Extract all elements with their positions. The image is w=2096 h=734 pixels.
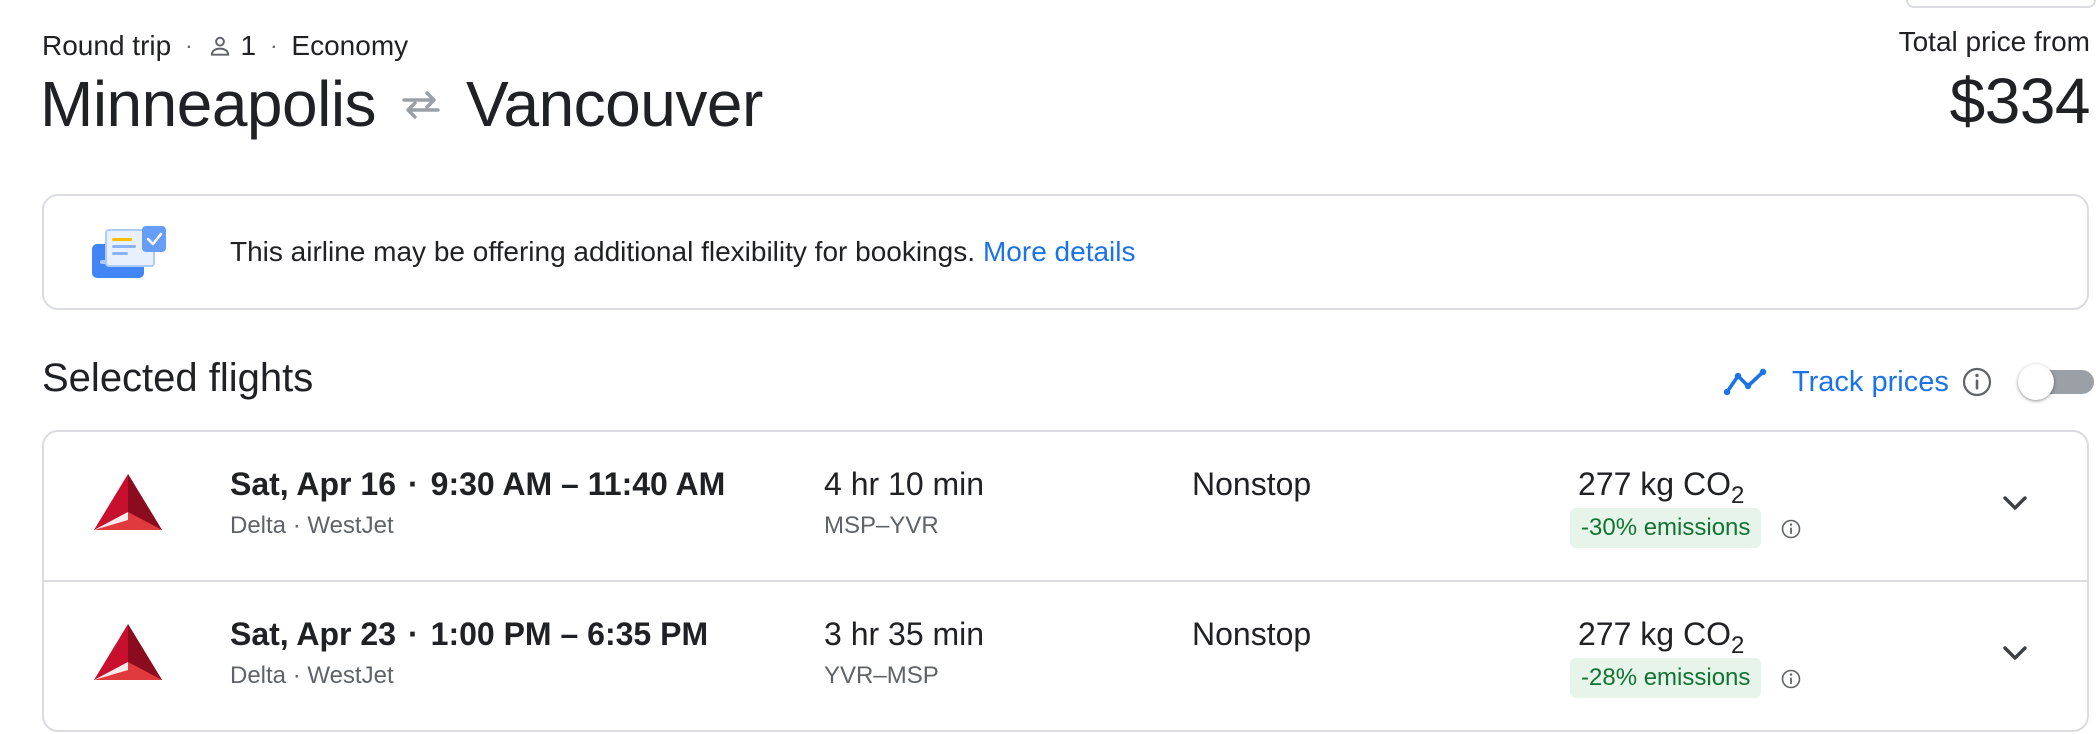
co2-value: 277 kg CO2 bbox=[1578, 466, 1745, 509]
top-partial-button[interactable] bbox=[1906, 0, 2096, 8]
emissions-badge: -30% emissions bbox=[1570, 508, 1762, 548]
flight-date: Sat, Apr 16 bbox=[230, 466, 396, 502]
flight-airlines: Delta · WestJet bbox=[230, 512, 394, 539]
trip-type: Round trip bbox=[42, 30, 172, 61]
flight-stops: Nonstop bbox=[1192, 466, 1312, 502]
route-title: Minneapolis Vancouver bbox=[40, 64, 763, 144]
co2-value: 277 kg CO2 bbox=[1578, 616, 1745, 659]
cabin-class: Economy bbox=[291, 30, 409, 61]
emissions-info-icon[interactable] bbox=[1780, 668, 1802, 690]
track-prices-label[interactable]: Track prices bbox=[1792, 366, 1949, 399]
flight-duration: 3 hr 35 min bbox=[824, 616, 985, 652]
price-label: Total price from bbox=[1898, 26, 2090, 57]
flight-airports: YVR–MSP bbox=[824, 662, 939, 689]
notice-text: This airline may be offering additional … bbox=[230, 236, 975, 267]
chevron-down-icon[interactable] bbox=[1998, 636, 2032, 670]
passenger-count: 1 bbox=[240, 30, 257, 61]
track-prices: Track prices bbox=[1724, 362, 1993, 402]
flight-times: 9:30 AM – 11:40 AM bbox=[430, 466, 726, 502]
delta-logo-icon bbox=[92, 472, 164, 534]
total-price: $334 bbox=[1949, 65, 2091, 137]
person-icon bbox=[207, 33, 233, 59]
track-prices-toggle[interactable] bbox=[2018, 364, 2094, 400]
flight-row[interactable]: Sat, Apr 23 · 1:00 PM – 6:35 PM Delta · We… bbox=[44, 582, 2087, 730]
flight-airlines: Delta · WestJet bbox=[230, 662, 394, 689]
flight-stops: Nonstop bbox=[1192, 616, 1312, 652]
destination-city: Vancouver bbox=[466, 68, 763, 140]
flight-date: Sat, Apr 23 bbox=[230, 616, 396, 652]
flight-times: 1:00 PM – 6:35 PM bbox=[430, 616, 709, 652]
flight-airports: MSP–YVR bbox=[824, 512, 939, 539]
info-icon[interactable] bbox=[1961, 366, 1993, 398]
trip-summary: Round trip · 1 · Economy bbox=[42, 30, 409, 61]
ticket-icon bbox=[92, 226, 168, 282]
origin-city: Minneapolis bbox=[40, 68, 377, 140]
swap-arrows-icon bbox=[398, 84, 444, 124]
chevron-down-icon[interactable] bbox=[1998, 486, 2032, 520]
trending-icon bbox=[1724, 367, 1770, 397]
selected-flights-list: Sat, Apr 16 · 9:30 AM – 11:40 AM Delta · W… bbox=[42, 430, 2089, 732]
emissions-info-icon[interactable] bbox=[1780, 518, 1802, 540]
more-details-link[interactable]: More details bbox=[983, 236, 1136, 268]
delta-logo-icon bbox=[92, 622, 164, 684]
flight-duration: 4 hr 10 min bbox=[824, 466, 985, 502]
emissions-badge: -28% emissions bbox=[1570, 658, 1762, 698]
flight-row[interactable]: Sat, Apr 16 · 9:30 AM – 11:40 AM Delta · W… bbox=[44, 432, 2087, 582]
section-title: Selected flights bbox=[42, 356, 314, 400]
flexibility-notice: This airline may be offering additional … bbox=[42, 194, 2089, 310]
toggle-knob bbox=[2018, 364, 2054, 400]
